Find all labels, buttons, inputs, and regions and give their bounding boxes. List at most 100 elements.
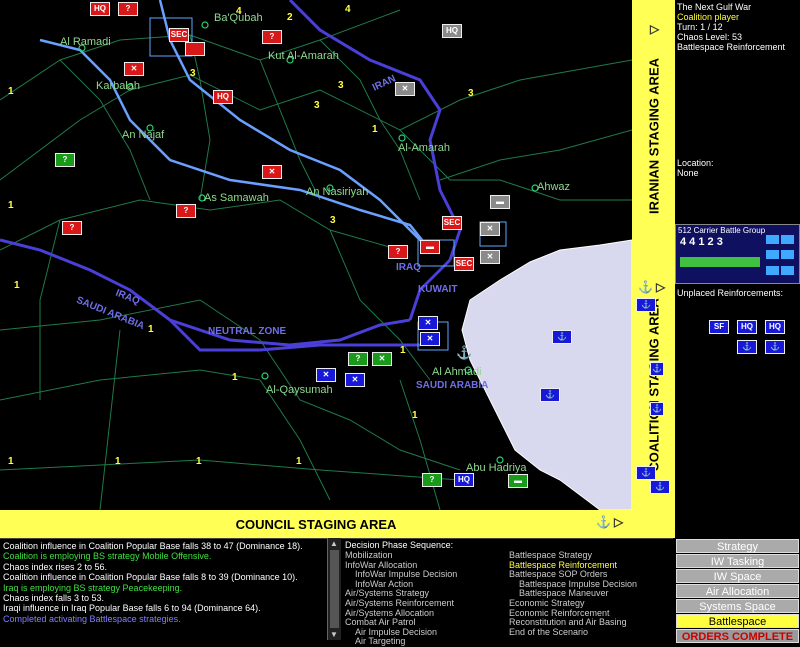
- unit-counter[interactable]: ?: [55, 153, 75, 167]
- area-value: 1: [148, 324, 154, 335]
- unit-sf[interactable]: SF: [709, 320, 729, 334]
- naval-unit[interactable]: ⚓: [552, 330, 572, 344]
- log-entry: Iraq is employing BS strategy Peacekeepi…: [3, 582, 183, 593]
- area-value: 2: [287, 12, 293, 23]
- unit-counter[interactable]: ?: [176, 204, 196, 218]
- unplaced-title: Unplaced Reinforcements:: [677, 288, 784, 298]
- city-label: Al-Amarah: [398, 142, 450, 154]
- play-icon[interactable]: ▷: [614, 515, 623, 529]
- scroll-down-icon[interactable]: ▼: [330, 630, 338, 639]
- unit-infantry[interactable]: ✕: [262, 165, 282, 179]
- current-phase: Battlespace Reinforcement: [677, 42, 786, 52]
- council-staging-label: COUNCIL STAGING AREA: [235, 517, 397, 532]
- area-value: 1: [8, 86, 14, 97]
- region-label: SAUDI ARABIA: [416, 380, 489, 391]
- city-label: Kut Al-Amarah: [268, 50, 339, 62]
- naval-unit[interactable]: ⚓: [737, 340, 757, 354]
- unit-sec[interactable]: SEC: [169, 28, 189, 42]
- unit-iran[interactable]: ✕: [395, 82, 415, 96]
- naval-unit[interactable]: ⚓: [540, 388, 560, 402]
- city-label: Al-Qaysumah: [266, 384, 333, 396]
- current-player: Coalition player: [677, 12, 740, 22]
- log-scrollbar[interactable]: ▲ ▼: [327, 538, 342, 640]
- unit-counter[interactable]: ?: [118, 2, 138, 16]
- naval-unit[interactable]: ⚓: [636, 466, 656, 480]
- orders-complete-button[interactable]: ORDERS COMPLETE: [676, 629, 799, 643]
- unit-counter[interactable]: ?: [422, 473, 442, 487]
- carrier-battle-group-card[interactable]: 512 Carrier Battle Group 4 4 1 2 3: [675, 224, 800, 284]
- naval-unit[interactable]: ⚓: [650, 402, 664, 416]
- air-allocation-button[interactable]: Air Allocation: [676, 584, 799, 598]
- border-iraq-saudi: [0, 238, 411, 347]
- scroll-up-icon[interactable]: ▲: [330, 539, 338, 548]
- aircraft-icons: [766, 235, 796, 279]
- area-value: 1: [8, 200, 14, 211]
- unit-infantry[interactable]: ✕: [372, 352, 392, 366]
- unit-hq[interactable]: HQ: [737, 320, 757, 334]
- naval-unit[interactable]: ⚓: [650, 480, 670, 494]
- unit-coalition[interactable]: ✕: [420, 332, 440, 346]
- unit-hq[interactable]: HQ: [90, 2, 110, 16]
- unit-counter[interactable]: [185, 42, 205, 56]
- unit-coalition[interactable]: ✕: [345, 373, 365, 387]
- area-value: 1: [372, 124, 378, 135]
- coalition-staging-label: COALITION STAGING AREA: [646, 298, 661, 472]
- unit-coalition[interactable]: ✕: [316, 368, 336, 382]
- play-icon[interactable]: ▷: [650, 22, 659, 36]
- play-icon[interactable]: ▷: [656, 280, 665, 294]
- phase-column-1: Mobilization InfoWar Allocation InfoWar …: [345, 550, 505, 647]
- area-value: 1: [296, 456, 302, 467]
- area-value: 1: [8, 456, 14, 467]
- naval-unit[interactable]: ⚓: [636, 298, 656, 312]
- unit-hq[interactable]: HQ: [213, 90, 233, 104]
- unit-coalition[interactable]: ✕: [418, 316, 438, 330]
- coalition-staging-area[interactable]: COALITION STAGING AREA ⚓ ▷ ⚓ ⚓ ⚓ ⚓ ⚓: [632, 272, 675, 498]
- iranian-staging-label: IRANIAN STAGING AREA: [646, 58, 661, 214]
- unit-hq-iran[interactable]: HQ: [442, 24, 462, 38]
- area-value: 1: [232, 372, 238, 383]
- unit-iran[interactable]: ✕: [480, 222, 500, 236]
- iw-tasking-button[interactable]: IW Tasking: [676, 554, 799, 568]
- anchor-icon: ⚓: [456, 345, 473, 360]
- unit-hq[interactable]: HQ: [765, 320, 785, 334]
- city-label: An Nasiriyah: [306, 186, 369, 198]
- strategy-button[interactable]: Strategy: [676, 539, 799, 553]
- area-value: 3: [190, 68, 196, 79]
- systems-space-button[interactable]: Systems Space: [676, 599, 799, 613]
- area-value: 3: [330, 215, 336, 226]
- unit-counter[interactable]: ?: [348, 352, 368, 366]
- anchor-icon[interactable]: ⚓: [596, 515, 611, 529]
- naval-unit[interactable]: ⚓: [765, 340, 785, 354]
- unit-iran[interactable]: ▬: [490, 195, 510, 209]
- game-info-panel: The Next Gulf War Coalition player Turn:…: [675, 0, 800, 222]
- anchor-icon[interactable]: ⚓: [638, 280, 653, 294]
- area-value: 3: [338, 80, 344, 91]
- council-staging-area[interactable]: COUNCIL STAGING AREA ⚓ ▷: [0, 510, 632, 538]
- iw-space-button[interactable]: IW Space: [676, 569, 799, 583]
- unit-infantry[interactable]: ✕: [124, 62, 144, 76]
- region-label: KUWAIT: [418, 284, 458, 295]
- area-value: 4: [345, 4, 351, 15]
- area-value: 1: [412, 410, 418, 421]
- phase-sequence-panel: Decision Phase Sequence: Mobilization In…: [341, 538, 673, 646]
- map-view[interactable]: Al Ramadi Ba'Qubah Karbalah Kut Al-Amara…: [0, 0, 632, 510]
- unit-sec[interactable]: SEC: [442, 216, 462, 230]
- unit-iran[interactable]: ✕: [480, 250, 500, 264]
- naval-unit[interactable]: ⚓: [650, 362, 664, 376]
- log-entry: Chaos index rises 2 to 56.: [3, 561, 108, 572]
- iranian-staging-area[interactable]: IRANIAN STAGING AREA ▷: [632, 0, 675, 272]
- event-log: Coalition influence in Coalition Popular…: [0, 538, 327, 640]
- unit-armor[interactable]: ▬: [508, 474, 528, 488]
- game-title: The Next Gulf War: [677, 2, 752, 12]
- unit-counter[interactable]: ?: [62, 221, 82, 235]
- city-label: Abu Hadriya: [466, 462, 527, 474]
- unit-hq[interactable]: HQ: [454, 473, 474, 487]
- city-label: Al Ahmadi: [432, 366, 482, 378]
- battlespace-button[interactable]: Battlespace: [676, 614, 799, 628]
- unit-counter[interactable]: ?: [388, 245, 408, 259]
- unit-sec[interactable]: SEC: [454, 257, 474, 271]
- unit-armor[interactable]: ▬: [420, 240, 440, 254]
- unit-counter[interactable]: ?: [262, 30, 282, 44]
- scroll-thumb[interactable]: [330, 550, 339, 628]
- phase-item: Air Targeting: [355, 636, 406, 647]
